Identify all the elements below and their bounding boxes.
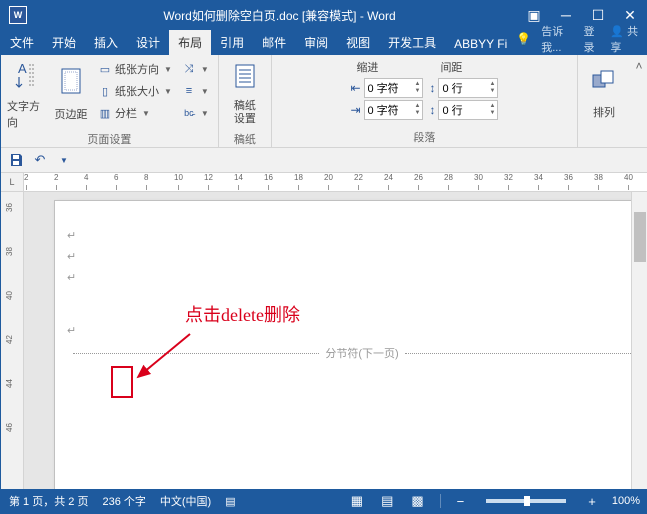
spacing-before-icon: ↕ [429, 81, 435, 95]
status-word-count[interactable]: 236 个字 [102, 493, 145, 509]
page-size-button[interactable]: ▯纸张大小▼ [95, 81, 175, 101]
paragraph-mark: ↵ [67, 271, 631, 284]
ribbon-options-icon[interactable]: ▣ [524, 5, 544, 25]
orientation-button[interactable]: ▭纸张方向▼ [95, 59, 175, 79]
zoom-out-button[interactable]: − [455, 494, 467, 509]
word-app-icon: W [9, 6, 27, 24]
svg-text:A: A [18, 61, 27, 76]
group-page-setup-label: 页面设置 [87, 129, 131, 149]
view-read-mode-button[interactable]: ▦ [349, 493, 365, 509]
tab-mailings[interactable]: 邮件 [253, 30, 295, 55]
manuscript-icon [233, 63, 257, 98]
share-button[interactable]: 👤 共享 [610, 23, 640, 55]
columns-icon: ▥ [98, 107, 112, 120]
horizontal-ruler-row: L 2246810121416182022242628303234363840 [1, 173, 647, 192]
status-page[interactable]: 第 1 页，共 2 页 [9, 493, 88, 509]
tab-review[interactable]: 审阅 [295, 30, 337, 55]
margins-button[interactable]: 页边距 [51, 59, 91, 129]
zoom-in-button[interactable]: + [586, 494, 598, 509]
ribbon: A 文字方向 页边距 ▭纸张方向▼ ▯纸张大小▼ ▥分栏▼ ⤨▼ [1, 55, 647, 148]
arrange-button[interactable]: 排列 [584, 59, 624, 129]
arrange-icon [591, 69, 617, 102]
manuscript-button[interactable]: 稿纸 设置 [225, 59, 265, 129]
text-direction-icon: A [14, 59, 40, 96]
track-changes-icon[interactable]: ▤ [225, 495, 235, 508]
group-manuscript-label: 稿纸 [234, 129, 256, 149]
annotation-highlight-box [111, 366, 133, 398]
undo-button[interactable]: ↶ [31, 151, 49, 169]
tab-insert[interactable]: 插入 [85, 30, 127, 55]
zoom-slider[interactable] [486, 499, 566, 503]
collapse-ribbon-button[interactable]: ˄ [630, 55, 647, 147]
hyphenation-icon: bc̵ [182, 108, 196, 118]
paragraph-mark: ↵ [67, 229, 631, 242]
breaks-icon: ⤨ [182, 63, 196, 76]
group-paragraph-label: 段落 [413, 127, 435, 147]
annotation-text: 点击delete删除 [185, 301, 300, 327]
paragraph-mark: ↵ [67, 250, 631, 263]
view-print-layout-button[interactable]: ▤ [379, 493, 395, 509]
tab-view[interactable]: 视图 [337, 30, 379, 55]
breaks-button[interactable]: ⤨▼ [179, 59, 212, 79]
app-window: W Word如何删除空白页.doc [兼容模式] - Word ▣ ─ ☐ ✕ … [0, 0, 647, 514]
indent-header: 缩进 [356, 59, 380, 75]
spacing-header: 间距 [440, 59, 464, 75]
spacing-after-icon: ↕ [429, 103, 435, 117]
tab-abbyy[interactable]: ABBYY Fi [445, 33, 516, 55]
section-break: 分节符(下一页) [67, 345, 631, 361]
indent-left-icon: ⇤ [350, 81, 360, 95]
save-button[interactable] [7, 151, 25, 169]
document-viewport[interactable]: ↵ ↵ ↵ 点击delete删除 ↵ 分节符(下一页) [24, 192, 631, 489]
minimize-button[interactable]: ─ [556, 5, 576, 25]
margins-icon [59, 67, 83, 104]
orientation-icon: ▭ [98, 63, 112, 76]
ribbon-tabs: 文件 开始 插入 设计 布局 引用 邮件 审阅 视图 开发工具 ABBYY Fi… [1, 29, 647, 55]
tab-developer[interactable]: 开发工具 [379, 30, 445, 55]
tellme-bulb-icon: 💡 [516, 32, 531, 46]
columns-button[interactable]: ▥分栏▼ [95, 103, 175, 123]
spacing-before-spinner[interactable]: ▲▼ [438, 78, 498, 98]
vertical-ruler[interactable]: 363840424446 [1, 192, 24, 489]
view-web-layout-button[interactable]: ▩ [409, 493, 425, 509]
section-break-label: 分节符(下一页) [325, 345, 398, 361]
status-language[interactable]: 中文(中国) [160, 493, 211, 509]
indent-left-spinner[interactable]: ▲▼ [364, 78, 424, 98]
tab-references[interactable]: 引用 [211, 30, 253, 55]
tab-file[interactable]: 文件 [1, 30, 43, 55]
paragraph-mark: ↵ [67, 324, 631, 337]
quick-access-toolbar: ↶ ▼ [1, 148, 647, 173]
login-link[interactable]: 登录 [584, 23, 601, 55]
ruler-corner: L [1, 173, 24, 191]
indent-right-spinner[interactable]: ▲▼ [364, 100, 424, 120]
document-page[interactable]: ↵ ↵ ↵ 点击delete删除 ↵ 分节符(下一页) [54, 200, 631, 489]
close-button[interactable]: ✕ [620, 5, 640, 25]
status-bar: 第 1 页，共 2 页 236 个字 中文(中国) ▤ ▦ ▤ ▩ − + 10… [1, 489, 647, 513]
qat-customize-button[interactable]: ▼ [55, 151, 73, 169]
vertical-scrollbar[interactable] [631, 192, 647, 489]
horizontal-ruler[interactable]: 2246810121416182022242628303234363840 [24, 173, 647, 191]
spacing-after-spinner[interactable]: ▲▼ [438, 100, 498, 120]
maximize-button[interactable]: ☐ [588, 5, 608, 25]
editor-area: 363840424446 ↵ ↵ ↵ 点击delete删除 ↵ 分节符(下一页) [1, 192, 647, 489]
indent-right-icon: ⇥ [350, 103, 360, 117]
line-numbers-button[interactable]: ≡▼ [179, 81, 212, 101]
line-numbers-icon: ≡ [182, 85, 196, 97]
tab-layout[interactable]: 布局 [169, 30, 211, 55]
hyphenation-button[interactable]: bc̵▼ [179, 103, 212, 123]
tab-design[interactable]: 设计 [127, 30, 169, 55]
tellme-input[interactable]: 告诉我... [541, 23, 573, 55]
page-size-icon: ▯ [98, 85, 112, 98]
zoom-level[interactable]: 100% [612, 495, 640, 507]
window-title: Word如何删除空白页.doc [兼容模式] - Word [35, 7, 524, 24]
tab-home[interactable]: 开始 [43, 30, 85, 55]
text-direction-button[interactable]: A 文字方向 [7, 59, 47, 129]
